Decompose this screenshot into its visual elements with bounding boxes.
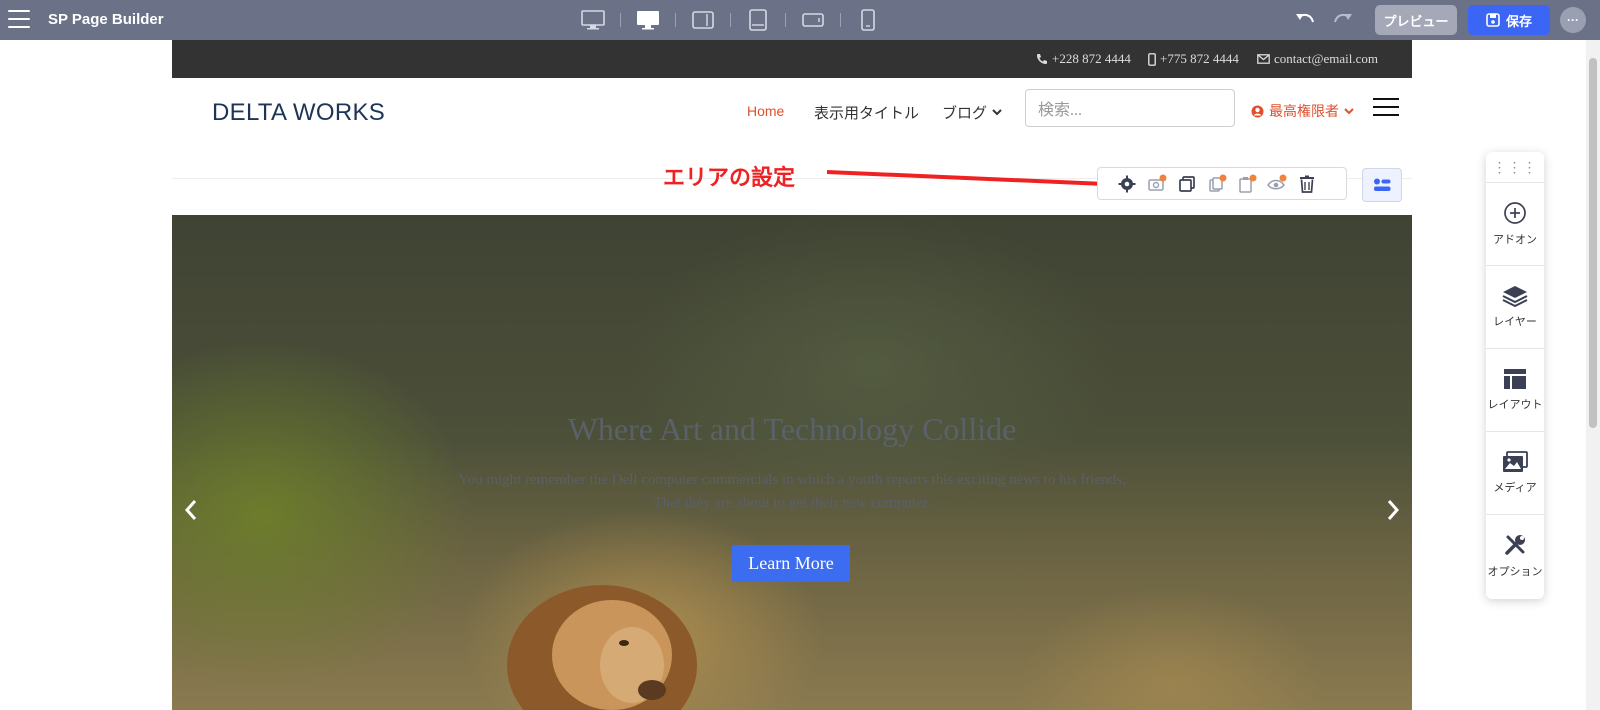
account-menu[interactable]: 最高権限者 <box>1251 101 1354 121</box>
separator <box>730 13 731 27</box>
phone1-contact: +228 872 4444 <box>1036 51 1131 67</box>
right-panel: ⋮⋮⋮ アドオン レイヤー レイアウト メディア オプション <box>1486 152 1544 599</box>
layout-icon <box>1504 369 1526 389</box>
envelope-icon <box>1257 54 1270 64</box>
panel-addons[interactable]: アドオン <box>1486 183 1544 266</box>
separator <box>675 13 676 27</box>
media-icon <box>1503 451 1528 472</box>
carousel-prev-icon[interactable] <box>182 498 200 522</box>
chevron-down-icon <box>1344 107 1354 114</box>
email-text: contact@email.com <box>1274 51 1379 66</box>
nav-display-title[interactable]: 表示用タイトル <box>814 102 919 123</box>
separator <box>620 13 621 27</box>
drag-handle[interactable]: ⋮⋮⋮ <box>1486 152 1544 183</box>
email-contact: contact@email.com <box>1257 51 1378 67</box>
app-title: SP Page Builder <box>48 11 164 28</box>
panel-media-label: メディア <box>1493 482 1537 494</box>
panel-options-label: オプション <box>1487 566 1543 578</box>
phone2-contact: +775 872 4444 <box>1148 51 1239 67</box>
carousel-next-icon[interactable] <box>1384 498 1402 522</box>
account-label: 最高権限者 <box>1269 103 1339 119</box>
duplicate-pro-icon[interactable] <box>1206 173 1228 195</box>
annotation-arrow <box>827 170 1133 197</box>
top-info-bar: +228 872 4444 +775 872 4444 contact@emai… <box>172 40 1412 78</box>
panel-layers[interactable]: レイヤー <box>1486 266 1544 349</box>
page-scrollbar[interactable] <box>1586 40 1600 710</box>
screenshot-pro-icon[interactable] <box>1146 173 1168 195</box>
tablet-portrait-icon[interactable] <box>744 6 772 34</box>
visibility-pro-icon[interactable] <box>1266 173 1288 195</box>
desktop-icon[interactable] <box>634 6 662 34</box>
mobile-landscape-icon[interactable] <box>799 6 827 34</box>
scrollbar-thumb[interactable] <box>1589 58 1597 428</box>
gear-icon[interactable] <box>1116 173 1138 195</box>
panel-addons-label: アドオン <box>1493 234 1537 246</box>
panel-layout[interactable]: レイアウト <box>1486 349 1544 432</box>
user-circle-icon <box>1251 105 1264 117</box>
hero-title: Where Art and Technology Collide <box>567 411 1017 447</box>
paste-pro-icon[interactable] <box>1236 173 1258 195</box>
panel-layers-label: レイヤー <box>1493 316 1537 328</box>
panel-media[interactable]: メディア <box>1486 432 1544 515</box>
tablet-landscape-icon[interactable] <box>689 6 717 34</box>
site-menu-icon[interactable] <box>1373 98 1399 118</box>
undo-icon[interactable] <box>1294 10 1316 30</box>
redo-icon[interactable] <box>1332 10 1354 30</box>
builder-topbar: SP Page Builder プレビュー 保存 ··· <box>0 0 1600 40</box>
more-options-button[interactable]: ··· <box>1560 7 1586 33</box>
phone-icon <box>1037 54 1047 64</box>
main-menu-icon[interactable] <box>8 10 30 28</box>
copy-icon[interactable] <box>1176 173 1198 195</box>
phone1-text: +228 872 4444 <box>1052 51 1131 66</box>
preview-button[interactable]: プレビュー <box>1375 5 1457 35</box>
panel-options[interactable]: オプション <box>1486 515 1544 597</box>
hero-slider: Where Art and Technology Collide You mig… <box>172 215 1412 710</box>
separator <box>840 13 841 27</box>
trash-icon[interactable] <box>1296 173 1318 195</box>
search-input[interactable]: 検索... <box>1025 89 1235 127</box>
nav-blog-label: ブログ <box>942 105 988 122</box>
area-settings-annotation: エリアの設定 <box>663 165 796 190</box>
chevron-down-icon <box>992 109 1002 116</box>
desktop-wide-icon[interactable] <box>579 6 607 34</box>
learn-more-button[interactable]: Learn More <box>732 545 850 582</box>
section-structure-toggle[interactable] <box>1362 168 1402 202</box>
save-button[interactable]: 保存 <box>1468 5 1550 35</box>
mobile-portrait-icon[interactable] <box>854 6 882 34</box>
phone2-text: +775 872 4444 <box>1160 51 1239 66</box>
lion-image <box>507 585 697 710</box>
save-icon <box>1486 13 1500 27</box>
device-switcher <box>566 6 895 34</box>
save-label: 保存 <box>1505 13 1532 29</box>
nav-home[interactable]: Home <box>747 103 784 119</box>
hero-subtitle-line2: That they are about to get their new com… <box>653 495 931 511</box>
nav-blog[interactable]: ブログ <box>942 102 1002 123</box>
tools-icon <box>1505 535 1525 555</box>
separator <box>785 13 786 27</box>
page-canvas: +228 872 4444 +775 872 4444 contact@emai… <box>172 40 1412 710</box>
structure-icon <box>1374 178 1391 191</box>
hero-subtitle-line1: You might remember the Dell computer com… <box>458 472 1126 488</box>
site-logo[interactable]: DELTA WORKS <box>212 99 385 127</box>
mobile-icon <box>1148 52 1156 66</box>
section-toolbar <box>1097 167 1347 200</box>
panel-layout-label: レイアウト <box>1487 399 1543 411</box>
hero-subtitle: You might remember the Dell computer com… <box>352 469 1232 515</box>
layers-icon <box>1502 286 1528 307</box>
plus-circle-icon <box>1504 202 1526 224</box>
